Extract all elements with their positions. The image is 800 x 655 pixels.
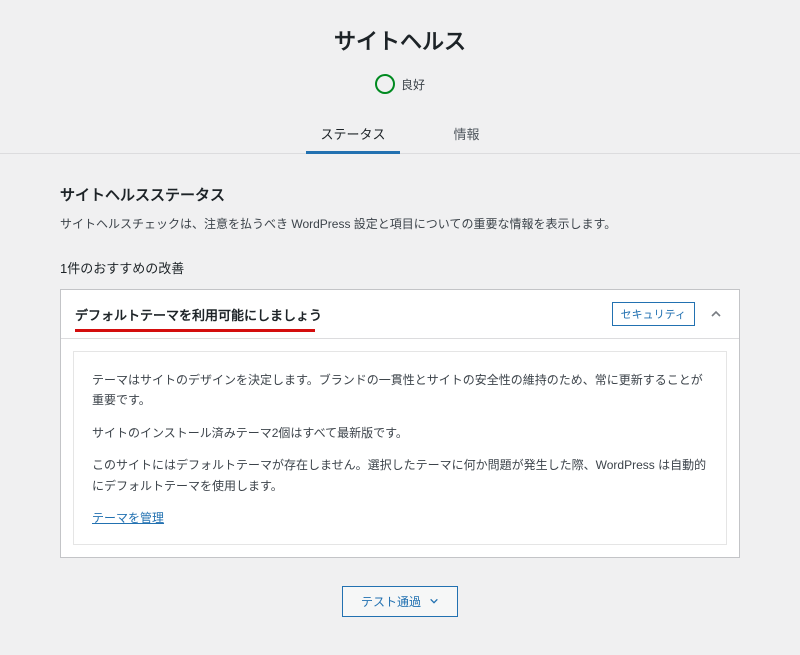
status-label: 良好 [401,76,425,93]
tests-passed-label: テスト通過 [361,593,421,610]
section-title: サイトヘルスステータス [60,184,740,205]
tabs: ステータス 情報 [0,116,800,154]
chevron-down-icon [429,595,439,609]
status-circle-icon [375,74,395,94]
accordion-p2: サイトのインストール済みテーマ2個はすべて最新版です。 [92,423,708,443]
accordion-p1: テーマはサイトのデザインを決定します。ブランドの一貫性とサイトの安全性の維持のた… [92,370,708,411]
security-badge: セキュリティ [612,302,695,326]
tab-status[interactable]: ステータス [314,116,391,153]
health-status: 良好 [0,74,800,94]
tab-info[interactable]: 情報 [448,116,486,153]
accordion-header[interactable]: デフォルトテーマを利用可能にしましょう セキュリティ [61,290,739,339]
accordion-title: デフォルトテーマを利用可能にしましょう [75,308,322,323]
improvements-heading: 1件のおすすめの改善 [60,258,740,277]
chevron-up-icon [707,305,725,323]
accordion-body: テーマはサイトのデザインを決定します。ブランドの一貫性とサイトの安全性の維持のた… [73,351,727,545]
accordion-p3: このサイトにはデフォルトテーマが存在しません。選択したテーマに何か問題が発生した… [92,455,708,496]
page-title: サイトヘルス [0,24,800,56]
highlight-underline [75,329,315,332]
tests-passed-button[interactable]: テスト通過 [342,586,458,617]
accordion-item: デフォルトテーマを利用可能にしましょう セキュリティ テーマはサイトのデザインを… [60,289,740,558]
manage-themes-link[interactable]: テーマを管理 [92,511,164,525]
section-desc: サイトヘルスチェックは、注意を払うべき WordPress 設定と項目についての… [60,215,740,232]
